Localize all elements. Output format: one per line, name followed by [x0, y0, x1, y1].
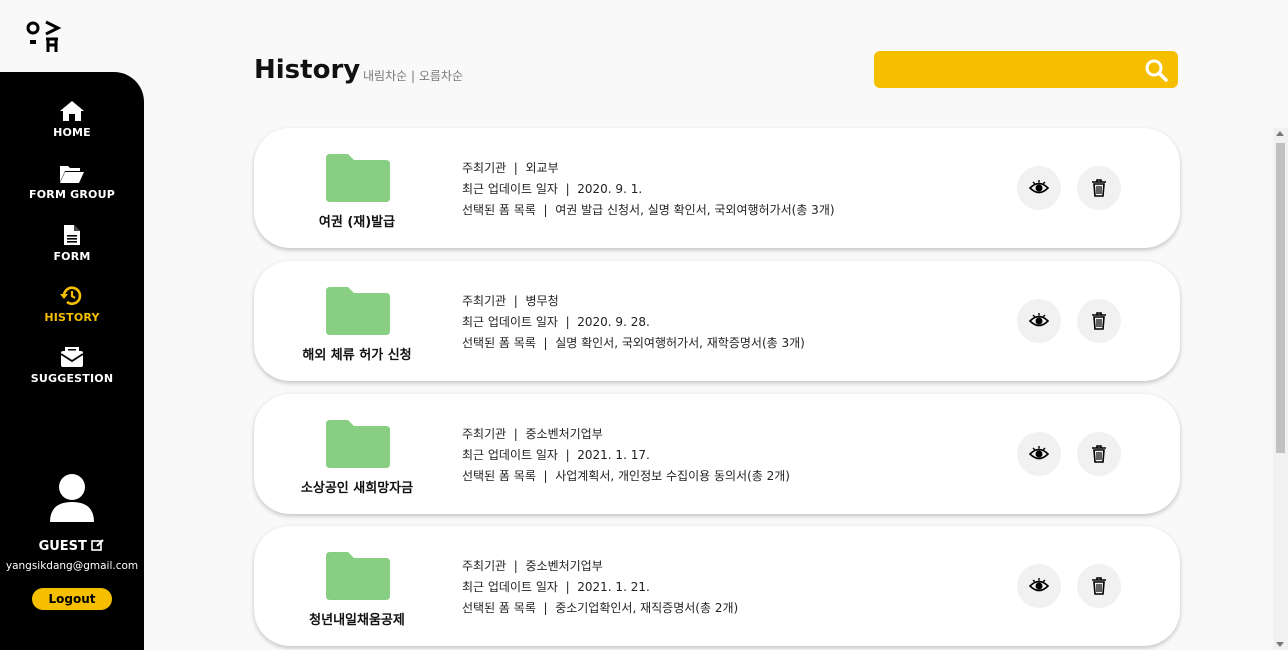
scroll-up-arrow[interactable] [1276, 131, 1284, 136]
document-icon [64, 225, 80, 245]
updated-value: 2021. 1. 17. [577, 448, 650, 462]
trash-icon [1092, 577, 1106, 595]
history-icon [60, 286, 82, 306]
search-input[interactable] [884, 57, 1138, 83]
app-logo[interactable] [24, 18, 64, 54]
forms-row: 선택된 폼 목록 | 사업계획서, 개인정보 수집이용 동의서(총 2개) [462, 469, 790, 483]
user-email: yangsikdang@gmail.com [5, 560, 139, 572]
updated-value: 2021. 1. 21. [577, 580, 650, 594]
card-info: 주최기관 | 외교부 최근 업데이트 일자 | 2020. 9. 1. 선택된 … [462, 158, 835, 221]
folder-icon [326, 420, 390, 468]
card-info: 주최기관 | 중소벤처기업부 최근 업데이트 일자 | 2021. 1. 21.… [462, 556, 738, 619]
forms-row: 선택된 폼 목록 | 중소기업확인서, 재직증명서(총 2개) [462, 601, 739, 615]
org-value: 외교부 [525, 161, 559, 175]
card-title: 청년내일채움공제 [309, 613, 405, 628]
eye-icon [1029, 313, 1049, 327]
forms-row: 선택된 폼 목록 | 여권 발급 신청서, 실명 확인서, 국외여행허가서(총 … [462, 203, 835, 217]
view-button[interactable] [1017, 564, 1061, 608]
edit-icon[interactable] [91, 539, 105, 551]
avatar-icon [50, 474, 94, 522]
search-icon[interactable] [1144, 58, 1168, 82]
view-button[interactable] [1017, 432, 1061, 476]
forms-value: 여권 발급 신청서, 실명 확인서, 국외여행허가서(총 3개) [555, 203, 835, 217]
trash-icon [1092, 445, 1106, 463]
history-card[interactable]: 소상공인 새희망자금 주최기관 | 중소벤처기업부 최근 업데이트 일자 | 2… [254, 394, 1180, 514]
history-card[interactable]: 청년내일채움공제 주최기관 | 중소벤처기업부 최근 업데이트 일자 | 202… [254, 526, 1180, 646]
sort-asc-link[interactable]: 오름차순 [419, 69, 463, 83]
updated-row: 최근 업데이트 일자 | 2021. 1. 17. [462, 448, 650, 462]
delete-button[interactable] [1077, 564, 1121, 608]
view-button[interactable] [1017, 299, 1061, 343]
nav-label: HOME [53, 126, 91, 139]
page-title: History [254, 55, 361, 85]
updated-row: 최근 업데이트 일자 | 2021. 1. 21. [462, 580, 650, 594]
trash-icon [1092, 312, 1106, 330]
card-title: 여권 (재)발급 [318, 215, 396, 230]
scroll-down-arrow[interactable] [1276, 642, 1284, 647]
updated-row: 최근 업데이트 일자 | 2020. 9. 1. [462, 182, 643, 196]
org-row: 주최기관 | 중소벤처기업부 [462, 559, 603, 573]
updated-value: 2020. 9. 28. [577, 315, 650, 329]
sort-controls: 내림차순 | 오름차순 [363, 67, 463, 84]
org-row: 주최기관 | 외교부 [462, 161, 559, 175]
nav-label: SUGGESTION [30, 372, 114, 385]
nav-item-form-group[interactable]: FORM GROUP [0, 164, 144, 201]
org-value: 중소벤처기업부 [525, 427, 603, 441]
updated-row: 최근 업데이트 일자 | 2020. 9. 28. [462, 315, 650, 329]
eye-icon [1029, 446, 1049, 460]
view-button[interactable] [1017, 166, 1061, 210]
user-name-row: GUEST [0, 539, 144, 554]
card-info: 주최기관 | 중소벤처기업부 최근 업데이트 일자 | 2021. 1. 17.… [462, 424, 790, 487]
nav-item-history[interactable]: HISTORY [0, 285, 144, 324]
org-row: 주최기관 | 중소벤처기업부 [462, 427, 603, 441]
history-card[interactable]: 해외 체류 허가 신청 주최기관 | 병무청 최근 업데이트 일자 | 2020… [254, 261, 1180, 381]
nav-label: FORM [53, 250, 91, 263]
card-title: 해외 체류 허가 신청 [302, 348, 412, 363]
forms-value: 사업계획서, 개인정보 수집이용 동의서(총 2개) [555, 469, 790, 483]
home-icon [60, 101, 84, 121]
folder-icon [326, 287, 390, 335]
org-row: 주최기관 | 병무청 [462, 294, 559, 308]
updated-value: 2020. 9. 1. [577, 182, 643, 196]
nav-label: FORM GROUP [29, 188, 115, 201]
card-title: 소상공인 새희망자금 [300, 481, 414, 496]
nav-label: HISTORY [44, 311, 100, 324]
forms-value: 중소기업확인서, 재직증명서(총 2개) [555, 601, 739, 615]
org-value: 중소벤처기업부 [525, 559, 603, 573]
scrollbar-thumb[interactable] [1276, 143, 1285, 453]
user-name: GUEST [38, 539, 87, 554]
card-info: 주최기관 | 병무청 최근 업데이트 일자 | 2020. 9. 28. 선택된… [462, 291, 805, 354]
trash-icon [1092, 179, 1106, 197]
delete-button[interactable] [1077, 166, 1121, 210]
logout-button[interactable]: Logout [32, 588, 112, 610]
nav-item-home[interactable]: HOME [0, 100, 144, 139]
nav-item-form[interactable]: FORM [0, 224, 144, 263]
search-bar [874, 51, 1178, 88]
folder-icon [326, 552, 390, 600]
eye-icon [1029, 578, 1049, 592]
delete-button[interactable] [1077, 432, 1121, 476]
forms-row: 선택된 폼 목록 | 실명 확인서, 국외여행허가서, 재학증명서(총 3개) [462, 336, 805, 350]
forms-value: 실명 확인서, 국외여행허가서, 재학증명서(총 3개) [555, 336, 805, 350]
folder-icon [326, 154, 390, 202]
scrollbar[interactable] [1273, 128, 1288, 650]
history-card[interactable]: 여권 (재)발급 주최기관 | 외교부 최근 업데이트 일자 | 2020. 9… [254, 128, 1180, 248]
org-value: 병무청 [525, 294, 559, 308]
sidebar: HOME FORM GROUP FORM HISTORY SUGGESTION … [0, 72, 144, 650]
folder-open-icon [60, 166, 84, 183]
sort-desc-link[interactable]: 내림차순 [363, 69, 407, 83]
nav-item-suggestion[interactable]: SUGGESTION [0, 346, 144, 385]
delete-button[interactable] [1077, 299, 1121, 343]
mailbox-icon [60, 347, 84, 367]
sort-separator: | [407, 69, 419, 83]
eye-icon [1029, 180, 1049, 194]
